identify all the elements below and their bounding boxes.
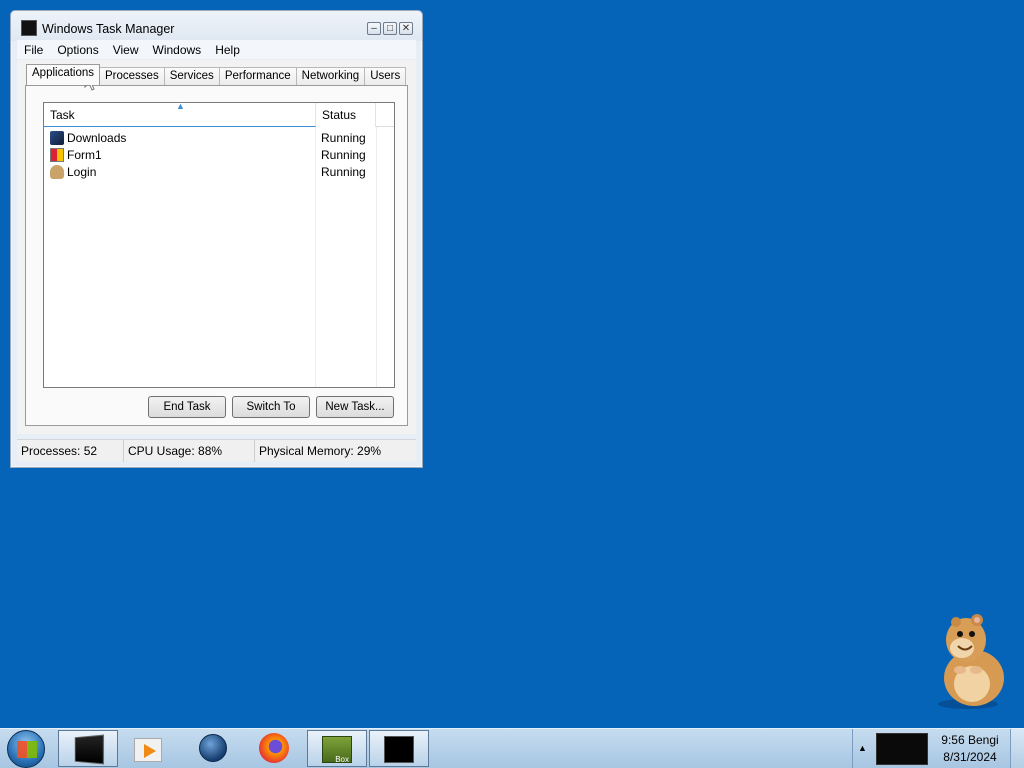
task-list[interactable]: Task ▲ Status Downloads Running Form1 Ru… [43,101,395,388]
window-title: Windows Task Manager [42,22,175,36]
tab-applications[interactable]: Applications [26,64,101,85]
menu-view[interactable]: View [106,43,146,57]
processes-count: Processes: 52 [17,440,124,462]
table-row[interactable]: Form1 Running [44,146,394,163]
menu-file[interactable]: File [17,43,50,57]
switch-to-button[interactable]: Switch To [232,396,310,418]
tab-processes[interactable]: Processes [99,67,165,85]
show-hidden-icons-button[interactable]: ▲ [858,743,867,753]
task-manager-app-icon [21,20,37,36]
task-list-header: Task ▲ Status [44,101,394,127]
clock-time: 9:56 Bengi [941,733,999,747]
monitor-thumbnail-icon[interactable] [876,733,928,765]
hamster-pet-icon[interactable] [920,606,1010,710]
clock-date: 8/31/2024 [943,750,997,764]
login-icon [50,164,64,179]
earth-icon [199,734,227,762]
taskbar-item-earth[interactable] [183,730,243,767]
title-bar[interactable]: Windows Task Manager – □ ✕ [11,11,422,41]
taskbar-item-task-manager[interactable] [369,730,429,767]
start-button[interactable] [7,730,45,768]
minimize-button[interactable]: – [367,22,381,35]
new-task-button[interactable]: New Task... [316,396,394,418]
tab-strip: Applications Processes Services Performa… [26,64,407,85]
firefox-icon [259,733,289,763]
taskbar: Box ▲ 9:56 Bengi 8/31/2024 [0,728,1024,768]
client-area: Applications Processes Services Performa… [17,60,416,434]
task-rows: Downloads Running Form1 Running Login Ru… [44,129,394,180]
terminal-icon [74,734,105,765]
end-task-button[interactable]: End Task [148,396,226,418]
show-desktop-button[interactable] [1010,729,1024,768]
task-name: Login [67,164,97,179]
taskbar-item-media-player[interactable] [120,730,180,767]
column-header-task[interactable]: Task ▲ [44,101,316,127]
table-row[interactable]: Login Running [44,163,394,180]
task-name: Form1 [67,147,102,162]
task-manager-window: Windows Task Manager – □ ✕ File Options … [10,10,423,468]
table-row[interactable]: Downloads Running [44,129,394,146]
taskbar-item-firefox[interactable] [245,730,305,767]
task-status: Running [321,130,366,145]
tab-networking[interactable]: Networking [295,67,366,85]
tray-divider [852,729,853,768]
tab-performance[interactable]: Performance [218,67,297,85]
menu-help[interactable]: Help [208,43,247,57]
box-game-icon: Box [322,736,352,764]
column-status-label: Status [322,108,357,122]
maximize-button[interactable]: □ [383,22,397,35]
taskbar-item-box-game[interactable]: Box [307,730,367,767]
sort-ascending-icon: ▲ [176,101,185,111]
menu-options[interactable]: Options [50,43,105,57]
form-icon [50,147,64,162]
taskbar-item-terminal[interactable] [58,730,118,767]
cpu-usage: CPU Usage: 88% [124,440,255,462]
system-clock[interactable]: 9:56 Bengi 8/31/2024 [934,732,1006,766]
task-manager-icon [384,736,414,763]
task-name: Downloads [67,130,127,145]
windows-logo-icon [17,741,37,758]
applications-panel: Task ▲ Status Downloads Running Form1 Ru… [25,85,408,426]
downloads-icon [50,130,64,145]
status-bar: Processes: 52 CPU Usage: 88% Physical Me… [17,439,416,462]
task-status: Running [321,164,366,179]
task-status: Running [321,147,366,162]
column-task-label: Task [50,108,75,122]
physical-memory: Physical Memory: 29% [259,444,382,458]
media-player-icon [134,738,162,762]
column-header-status[interactable]: Status [316,103,376,127]
menu-bar: File Options View Windows Help [17,40,416,59]
tab-users[interactable]: Users [364,67,407,85]
tab-services[interactable]: Services [163,67,220,85]
close-button[interactable]: ✕ [399,22,413,35]
menu-windows[interactable]: Windows [146,43,209,57]
